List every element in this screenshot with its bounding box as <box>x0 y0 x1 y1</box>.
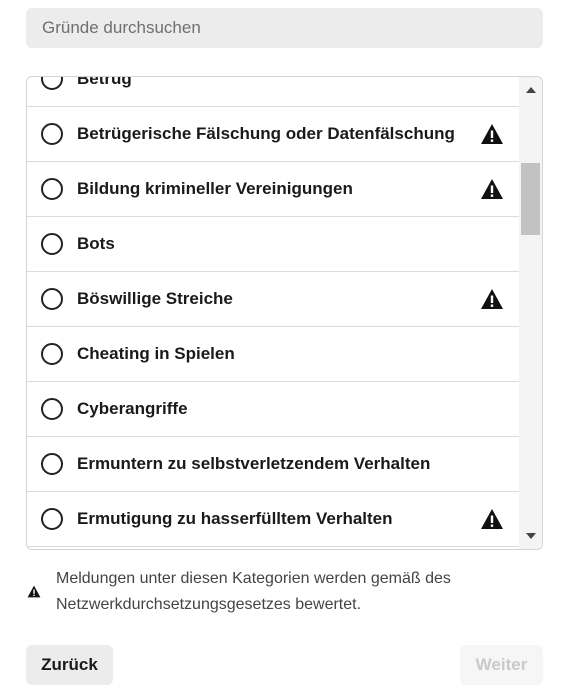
reason-row[interactable]: Bildung krimineller Vereinigungen <box>27 162 520 217</box>
reason-label: Böswillige Streiche <box>77 289 233 308</box>
nzdg-note: Meldungen unter diesen Kategorien werden… <box>56 570 451 613</box>
radio-button[interactable] <box>41 233 63 255</box>
scroll-down-button[interactable] <box>519 525 542 547</box>
reason-row[interactable]: Ermuntern zu selbstverletzendem Verhalte… <box>27 437 520 492</box>
radio-button[interactable] <box>41 343 63 365</box>
reason-row[interactable]: Cheating in Spielen <box>27 327 520 382</box>
reason-row[interactable]: Ermutigung zu hasserfülltem Verhalten <box>27 492 520 547</box>
warning-icon <box>481 124 503 144</box>
reason-list: Betrug Betrügerische Fälschung oder Daten… <box>26 76 543 550</box>
reason-label: Ermutigung zu hasserfülltem Verhalten <box>77 509 393 528</box>
radio-button[interactable] <box>41 453 63 475</box>
reason-row[interactable]: Cyberangriffe <box>27 382 520 437</box>
reason-label: Cyberangriffe <box>77 399 188 418</box>
reason-row[interactable]: Betrügerische Fälschung oder Datenfälsch… <box>27 107 520 162</box>
warning-icon <box>481 509 503 529</box>
radio-button[interactable] <box>41 178 63 200</box>
reason-label: Bots <box>77 234 115 253</box>
radio-button[interactable] <box>41 77 63 90</box>
reason-row[interactable]: Betrug <box>27 76 520 107</box>
radio-button[interactable] <box>41 123 63 145</box>
radio-button[interactable] <box>41 288 63 310</box>
reason-label: Betrügerische Fälschung oder Datenfälsch… <box>77 124 455 143</box>
scroll-up-button[interactable] <box>519 79 542 101</box>
warning-icon <box>481 289 503 309</box>
search-input[interactable] <box>26 8 543 48</box>
warning-icon <box>481 179 503 199</box>
reason-label: Ermuntern zu selbstverletzendem Verhalte… <box>77 454 431 473</box>
arrow-up-icon <box>525 87 536 93</box>
back-button[interactable]: Zurück <box>26 645 113 685</box>
reason-list-items: Betrug Betrügerische Fälschung oder Daten… <box>27 76 520 547</box>
reason-label: Cheating in Spielen <box>77 344 235 363</box>
reason-label: Bildung krimineller Vereinigungen <box>77 179 353 198</box>
arrow-down-icon <box>525 533 536 539</box>
reason-label: Betrug <box>77 76 132 88</box>
scroll-thumb[interactable] <box>521 163 540 235</box>
next-button: Weiter <box>460 645 543 685</box>
radio-button[interactable] <box>41 398 63 420</box>
reason-row[interactable]: Böswillige Streiche <box>27 272 520 327</box>
scrollbar[interactable] <box>519 77 542 549</box>
warning-icon <box>27 585 41 598</box>
radio-button[interactable] <box>41 508 63 530</box>
reason-row[interactable]: Bots <box>27 217 520 272</box>
